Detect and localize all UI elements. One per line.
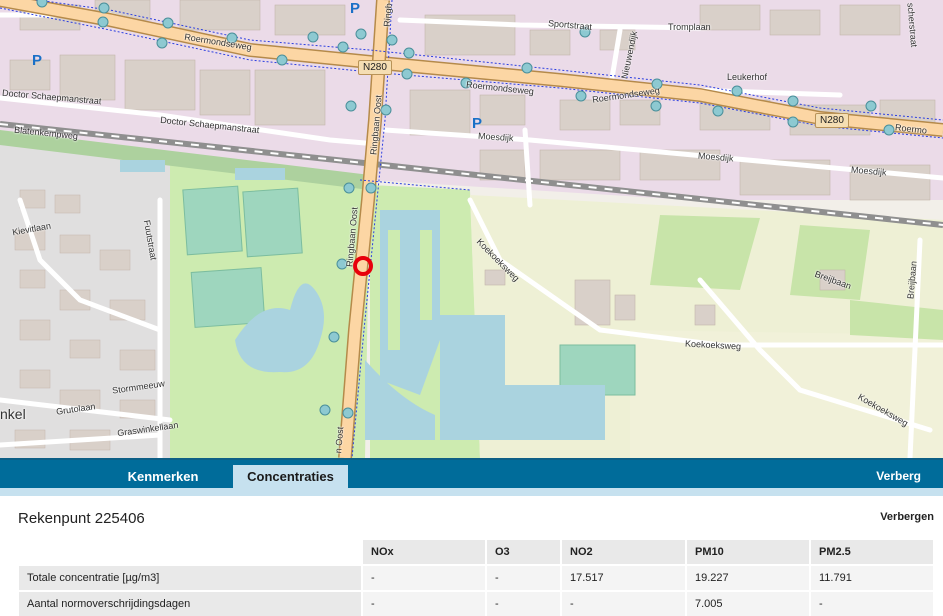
- table-cell: 7.005: [687, 592, 809, 616]
- table-row-label: Aantal normoverschrijdingsdagen: [19, 592, 361, 616]
- table-header-pm10: PM10: [687, 540, 809, 564]
- table-cell: -: [562, 592, 685, 616]
- info-panel: Rekenpunt 225406 Verbergen NOx O3 NO2 PM…: [0, 496, 943, 616]
- panel-hide-button[interactable]: Verbergen: [880, 511, 934, 523]
- map-label-inkel: nkel: [0, 406, 26, 422]
- tab-kenmerken[interactable]: Kenmerken: [112, 465, 214, 488]
- road-shield-n280: N280: [358, 60, 392, 75]
- table-row-label: Totale concentratie [µg/m3]: [19, 566, 361, 590]
- tab-underline-strip: [0, 488, 943, 496]
- table-header-no2: NO2: [562, 540, 685, 564]
- parking-icon: P: [472, 115, 483, 132]
- map-label-leukerhof: Leukerhof: [727, 72, 768, 82]
- concentration-table: NOx O3 NO2 PM10 PM2.5 Totale concentrati…: [17, 538, 935, 616]
- table-cell: -: [487, 566, 560, 590]
- map-label-ringbaan-oost: Ringb: [381, 2, 394, 28]
- table-row: Aantal normoverschrijdingsdagen - - - 7.…: [19, 592, 933, 616]
- table-row: Totale concentratie [µg/m3] - - 17.517 1…: [19, 566, 933, 590]
- hide-panel-link[interactable]: Verberg: [876, 465, 921, 488]
- tab-bar: Kenmerken Concentraties Verberg: [0, 458, 943, 488]
- table-cell: -: [487, 592, 560, 616]
- road-shield-n280: N280: [815, 113, 849, 128]
- table-header-o3: O3: [487, 540, 560, 564]
- parking-icon: P: [350, 0, 361, 17]
- table-cell: -: [363, 592, 485, 616]
- tab-concentraties[interactable]: Concentraties: [233, 465, 348, 488]
- app-root: Roermondseweg Roermondseweg Roermondsewe…: [0, 0, 943, 616]
- map-view[interactable]: Roermondseweg Roermondseweg Roermondsewe…: [0, 0, 943, 458]
- map-label-tromplaan: Tromplaan: [668, 22, 711, 32]
- table-cell: 11.791: [811, 566, 933, 590]
- parking-icon: P: [32, 52, 43, 69]
- table-cell: -: [363, 566, 485, 590]
- table-header-pm25: PM2.5: [811, 540, 933, 564]
- table-cell: -: [811, 592, 933, 616]
- panel-title: Rekenpunt 225406: [18, 510, 145, 527]
- table-header-nox: NOx: [363, 540, 485, 564]
- table-cell: 19.227: [687, 566, 809, 590]
- table-header-row: NOx O3 NO2 PM10 PM2.5: [19, 540, 933, 564]
- table-cell: 17.517: [562, 566, 685, 590]
- table-header-empty: [19, 540, 361, 564]
